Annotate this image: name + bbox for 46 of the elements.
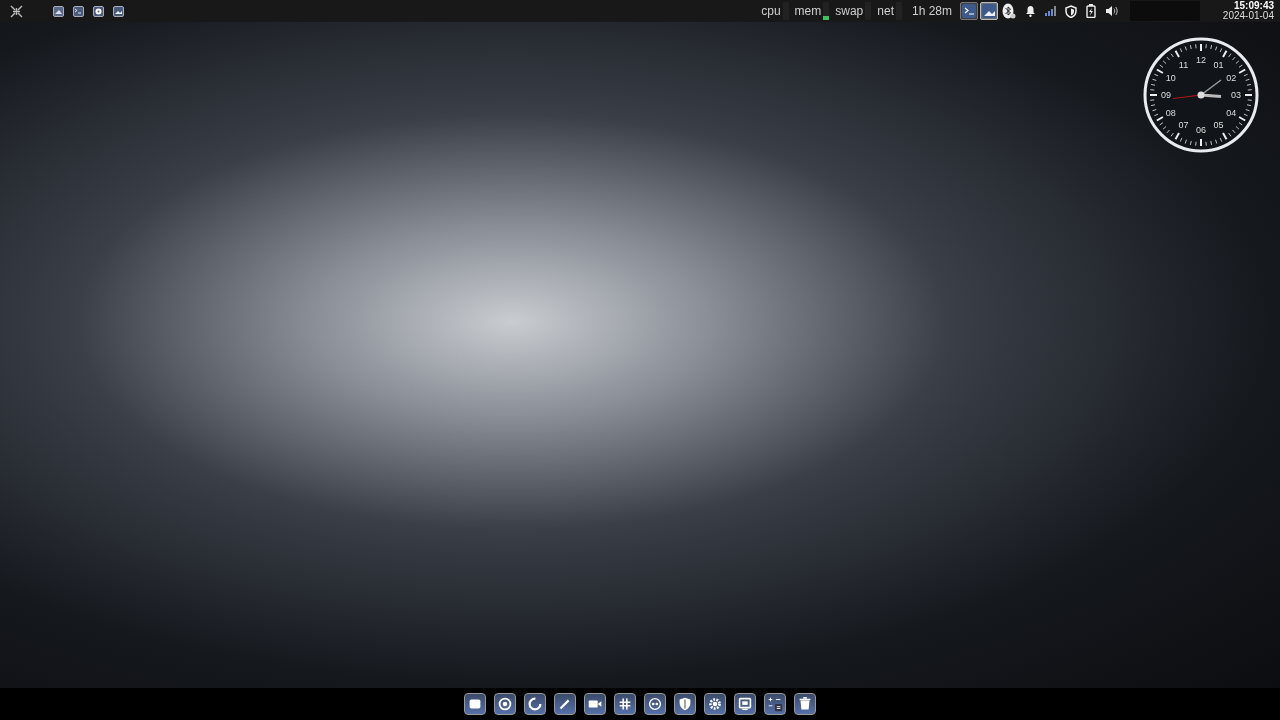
- signal-icon[interactable]: [1045, 6, 1056, 16]
- terminal-task-button[interactable]: [960, 2, 978, 20]
- calculator-launcher[interactable]: [764, 693, 786, 715]
- bell-icon[interactable]: [1025, 5, 1036, 17]
- monitor-label: net: [877, 3, 894, 20]
- clock-numeral: 11: [1178, 59, 1189, 70]
- clock-numeral: 09: [1161, 90, 1171, 100]
- clock-numeral: 07: [1178, 120, 1189, 131]
- image-viewer-task-button[interactable]: [980, 2, 998, 20]
- calculator-icon: [766, 695, 784, 713]
- clock-numeral: 03: [1231, 90, 1241, 100]
- shield-icon[interactable]: [1065, 4, 1077, 18]
- clock-numeral: 10: [1165, 72, 1176, 83]
- clock-time[interactable]: 15:09:43: [1233, 1, 1274, 11]
- clock-numeral: 04: [1226, 107, 1237, 118]
- disc-icon[interactable]: [93, 5, 104, 17]
- window-launcher[interactable]: [464, 693, 486, 715]
- pencil-launcher[interactable]: [554, 693, 576, 715]
- bluetooth-icon[interactable]: [1002, 3, 1016, 19]
- monitor-label: cpu: [761, 3, 781, 20]
- shield-launcher[interactable]: [674, 693, 696, 715]
- settings-launcher[interactable]: [704, 693, 726, 715]
- speaker-icon[interactable]: [1105, 5, 1118, 17]
- clock-numeral: 06: [1196, 125, 1206, 135]
- clock-numeral: 05: [1213, 120, 1224, 131]
- trash-launcher[interactable]: [794, 693, 816, 715]
- browser-icon: [496, 695, 514, 713]
- monitor-launcher[interactable]: [734, 693, 756, 715]
- clock-hands: [1172, 79, 1222, 99]
- video-camera-launcher[interactable]: [584, 693, 606, 715]
- hash-launcher[interactable]: [614, 693, 636, 715]
- clock-numeral: 12: [1196, 55, 1206, 65]
- terminal-icon[interactable]: [73, 5, 84, 17]
- uptime-text: 1h 28m: [911, 3, 952, 20]
- clock-date[interactable]: 2024-01-04: [1222, 11, 1274, 21]
- monitor-label: swap: [835, 3, 864, 20]
- clock-numeral: 01: [1213, 59, 1224, 70]
- monitor-icon: [736, 695, 754, 713]
- monitor-label: mem: [794, 3, 822, 20]
- clock-numeral: 08: [1165, 107, 1176, 118]
- image-icon[interactable]: [113, 5, 124, 17]
- browser-launcher[interactable]: [494, 693, 516, 715]
- move-icon[interactable]: [10, 4, 23, 18]
- battery-icon[interactable]: [1086, 4, 1096, 18]
- clock-numeral: 02: [1226, 72, 1237, 83]
- settings-icon: [706, 695, 724, 713]
